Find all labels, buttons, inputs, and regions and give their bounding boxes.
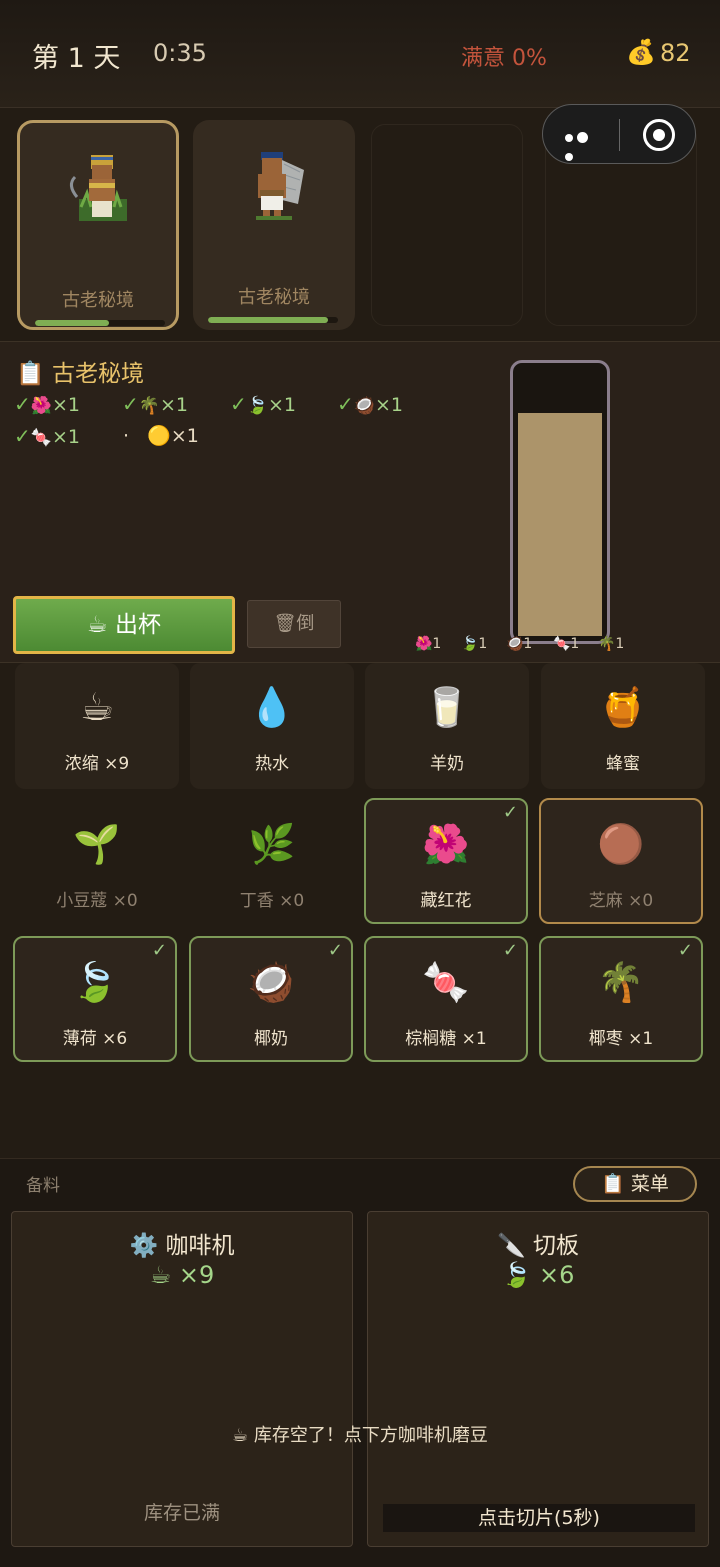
ingredient-sesame[interactable]: 🟤 芝麻 ×0: [539, 798, 703, 924]
leaf-icon: 🍃: [246, 396, 268, 416]
empty-customer-slot: [371, 124, 523, 326]
money-bag-icon: 💰: [626, 38, 656, 66]
miniprogram-capsule: [542, 104, 696, 164]
coconut-icon: 🥥: [247, 960, 295, 1004]
check-icon: ✓: [122, 392, 139, 416]
requirement-item: ✓🥥×1: [337, 392, 403, 416]
cup-fill-level: [518, 413, 602, 636]
close-target-icon[interactable]: [643, 119, 675, 151]
patience-bar: [208, 317, 338, 323]
requirement-item: ✓🌺×1: [14, 392, 80, 416]
cutting-board-title: 🔪 切板: [497, 1233, 579, 1259]
pending-requirement: · 🟡×1: [123, 425, 199, 447]
serve-button[interactable]: ☕ 出杯: [13, 596, 235, 654]
satisfaction-meter: 满意 0%: [461, 46, 547, 71]
cup-mix-item: 🍬1: [553, 636, 580, 652]
order-panel: 📋 古老秘境 ✓🌺×1 ✓🌴×1 ✓🍃×1 ✓🥥×1 ✓🍬×1 · 🟡×1 ☕ …: [0, 341, 720, 663]
cut-slice-button[interactable]: 点击切片(5秒): [383, 1504, 695, 1532]
check-icon: ✓: [14, 424, 31, 448]
requirement-item: ✓🌴×1: [122, 392, 188, 416]
sesame-icon: 🟡: [147, 425, 171, 447]
patience-bar: [35, 320, 165, 326]
sesame-circle-icon: 🟤: [597, 822, 645, 866]
ingredient-cardamom[interactable]: 🌱 小豆蔻 ×0: [15, 800, 179, 926]
ingredient-honey[interactable]: 🍯 蜂蜜: [541, 663, 705, 789]
ingredient-coconut-milk[interactable]: ✓ 🥥 椰奶: [189, 936, 353, 1062]
dump-button[interactable]: 🗑倒: [247, 600, 341, 648]
check-icon: ✓: [14, 392, 31, 416]
pharaoh-customer-icon: [70, 155, 127, 221]
top-bar: 第 1 天 0:35 满意 0% 💰 82: [0, 0, 720, 108]
customer-name: 古老秘境: [238, 287, 310, 308]
ingredient-palm-sugar[interactable]: ✓ 🍬 棕榈糖 ×1: [364, 936, 528, 1062]
coconut-icon: 🥥: [353, 396, 375, 416]
coffee-machine-station[interactable]: ⚙️ 咖啡机 ☕ ×9 库存已满: [11, 1211, 353, 1547]
ingredient-dates[interactable]: ✓ 🌴 椰枣 ×1: [539, 936, 703, 1062]
prep-area: 备料 📋 菜单 ⚙️ 咖啡机 ☕ ×9 库存已满 🔪 切板 🍃 ×6 点击切片(…: [0, 1158, 720, 1567]
ingredient-espresso[interactable]: ☕ 浓缩 ×9: [15, 663, 179, 789]
hibiscus-icon: 🌺: [30, 396, 52, 416]
seedling-icon: 🌱: [73, 822, 121, 866]
drink-cup: [510, 360, 610, 644]
coin-count: 82: [660, 39, 691, 67]
check-icon: ✓: [151, 940, 167, 961]
requirement-item: ✓🍬×1: [14, 424, 80, 448]
customer-slot-2[interactable]: 古老秘境: [193, 120, 355, 330]
coffee-machine-title: ⚙️ 咖啡机: [129, 1233, 235, 1259]
honey-pot-icon: 🍯: [599, 685, 647, 729]
check-icon: ✓: [502, 802, 518, 823]
candy-icon: 🍬: [30, 428, 52, 448]
hibiscus-icon: 🌺: [422, 822, 470, 866]
coffee-icon: ☕: [79, 685, 115, 729]
cup-mix-item: 🥥1: [506, 636, 533, 652]
customer-name: 古老秘境: [62, 290, 134, 311]
customer-slot-1[interactable]: 古老秘境: [17, 120, 179, 330]
milk-glass-icon: 🥛: [423, 685, 471, 729]
fisherman-customer-icon: [256, 152, 304, 220]
stock-empty-notice: ☕ 库存空了！点下方咖啡机磨豆: [232, 1425, 488, 1446]
menu-button[interactable]: 📋 菜单: [573, 1166, 697, 1202]
coffee-stock: ☕ ×9: [149, 1261, 215, 1289]
herb-icon: 🌿: [248, 822, 296, 866]
check-icon: ✓: [677, 940, 693, 961]
check-icon: ✓: [337, 392, 354, 416]
check-icon: ✓: [502, 940, 518, 961]
ingredient-clove[interactable]: 🌿 丁香 ×0: [190, 800, 354, 926]
cup-mix-item: 🌺1: [415, 636, 442, 652]
check-icon: ✓: [230, 392, 247, 416]
order-title: 📋 古老秘境: [16, 361, 144, 387]
check-icon: ✓: [327, 940, 343, 961]
cup-mix-item: 🍃1: [461, 636, 488, 652]
game-timer: 0:35: [153, 39, 207, 67]
more-menu-icon[interactable]: [565, 127, 601, 161]
ingredient-mint[interactable]: ✓ 🍃 薄荷 ×6: [13, 936, 177, 1062]
ingredient-hot-water[interactable]: 💧 热水: [190, 663, 354, 789]
ingredient-goat-milk[interactable]: 🥛 羊奶: [365, 663, 529, 789]
prep-header: 备料: [26, 1176, 60, 1196]
candy-icon: 🍬: [422, 960, 470, 1004]
day-counter: 第 1 天: [32, 43, 121, 74]
palm-tree-icon: 🌴: [597, 960, 645, 1004]
requirement-item: ✓🍃×1: [230, 392, 296, 416]
cup-mix-item: 🌴1: [598, 636, 625, 652]
ingredient-saffron[interactable]: ✓ 🌺 藏红花: [364, 798, 528, 924]
mint-stock: 🍃 ×6: [501, 1261, 575, 1289]
cutting-board-station[interactable]: 🔪 切板 🍃 ×6 点击切片(5秒): [367, 1211, 709, 1547]
palm-tree-icon: 🌴: [138, 396, 160, 416]
stock-full-label: 库存已满: [143, 1502, 220, 1524]
water-drop-icon: 💧: [248, 685, 296, 729]
leaf-icon: 🍃: [71, 960, 119, 1004]
